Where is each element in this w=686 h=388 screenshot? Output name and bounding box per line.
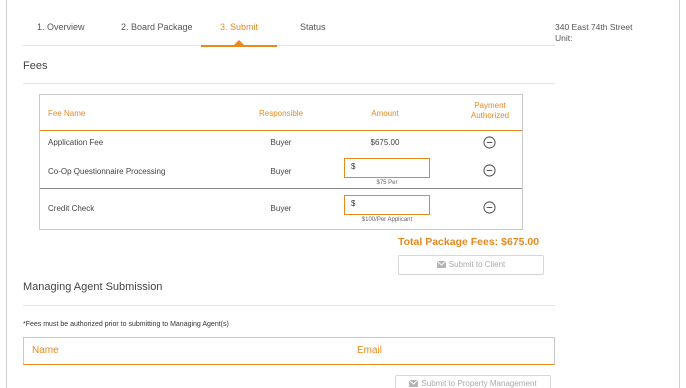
amount-currency-prefix: $ [351,199,356,208]
col-payment-authorized: Payment Authorized [460,101,520,121]
property-unit-label: Unit: [555,33,573,43]
amount-note: $100/Per Applicant [361,217,413,223]
amount-input[interactable]: $ [344,158,430,178]
total-package-fees: Total Package Fees: $675.00 [398,236,540,248]
managing-agent-table: Name Email [23,337,555,365]
col-agent-email: Email [357,345,383,356]
submit-to-property-management-label: Submit to Property Management [421,379,537,388]
table-row: Credit Check Buyer $ $100/Per Applicant [40,188,522,229]
col-payment-line2: Authorized [470,111,510,120]
submit-to-client-label: Submit to Client [448,260,506,269]
minus-circle-icon[interactable] [483,136,496,149]
fee-name: Credit Check [48,204,95,213]
fees-divider [23,83,555,84]
tab-board-package[interactable]: 2. Board Package [121,22,193,52]
col-payment-line1: Payment [474,101,506,110]
fee-name: Application Fee [48,138,104,147]
fee-amount: $675.00 [370,138,400,147]
agent-divider [23,305,555,306]
fee-responsible: Buyer [270,167,292,176]
amount-input[interactable]: $ [344,195,430,215]
table-row: Co-Op Questionnaire Processing Buyer $ $… [40,155,522,188]
property-address: 340 East 74th Street [555,22,633,32]
main-content: 1. Overview 2. Board Package 3. Submit S… [23,0,555,388]
amount-currency-prefix: $ [351,162,356,171]
step-tabs: 1. Overview 2. Board Package 3. Submit S… [23,16,555,47]
fee-responsible: Buyer [270,204,292,213]
fee-name: Co-Op Questionnaire Processing [48,167,166,176]
property-info: 340 East 74th Street Unit: [555,22,633,44]
fees-section-title: Fees [23,60,48,72]
submit-to-property-management-button[interactable]: Submit to Property Management [395,375,551,388]
fees-table-header: Fee Name Responsible Amount Payment Auth… [40,95,522,131]
managing-agent-section-title: Managing Agent Submission [23,281,163,293]
minus-circle-icon[interactable] [483,164,496,177]
col-amount: Amount [371,109,399,118]
property-sidebar: 340 East 74th Street Unit: [555,0,680,388]
col-fee-name: Fee Name [48,109,86,118]
envelope-icon [409,379,419,387]
col-responsible: Responsible [258,109,304,118]
tab-submit-label: 3. Submit [219,22,259,32]
col-agent-name: Name [32,345,59,356]
table-row: Application Fee Buyer $675.00 [40,131,522,155]
tab-submit[interactable]: 3. Submit [201,16,277,47]
fee-responsible: Buyer [270,138,292,147]
active-tab-underline [201,45,277,47]
fees-authorization-note: *Fees must be authorized prior to submit… [23,321,229,328]
tab-status[interactable]: Status [300,22,326,52]
minus-circle-icon[interactable] [483,201,496,214]
tab-overview[interactable]: 1. Overview [37,22,85,52]
fees-table: Fee Name Responsible Amount Payment Auth… [39,94,523,230]
envelope-icon [436,260,447,268]
submit-to-client-button[interactable]: Submit to Client [398,255,544,275]
amount-note: $75 Per [376,180,398,186]
